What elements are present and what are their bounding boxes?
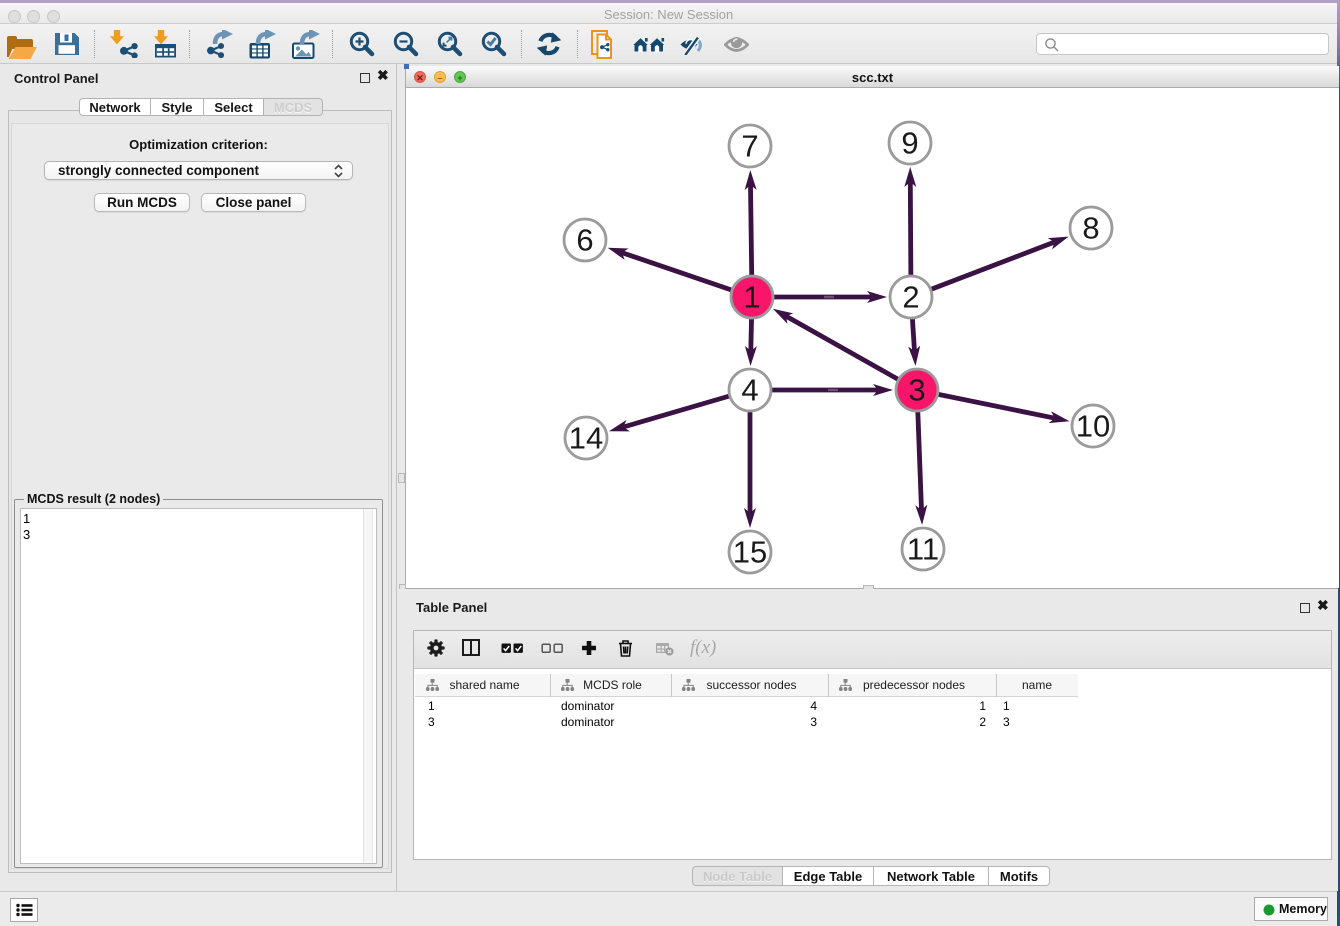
- svg-text:11: 11: [907, 532, 939, 567]
- svg-text:1: 1: [743, 280, 760, 315]
- svg-text:15: 15: [733, 535, 767, 570]
- svg-text:10: 10: [1076, 409, 1110, 444]
- svg-text:6: 6: [576, 223, 593, 258]
- svg-text:3: 3: [908, 373, 925, 408]
- svg-text:4: 4: [741, 373, 758, 408]
- svg-text:7: 7: [741, 129, 758, 164]
- svg-text:8: 8: [1082, 211, 1099, 246]
- svg-text:9: 9: [901, 126, 918, 161]
- svg-text:14: 14: [569, 421, 603, 456]
- svg-text:2: 2: [902, 280, 919, 315]
